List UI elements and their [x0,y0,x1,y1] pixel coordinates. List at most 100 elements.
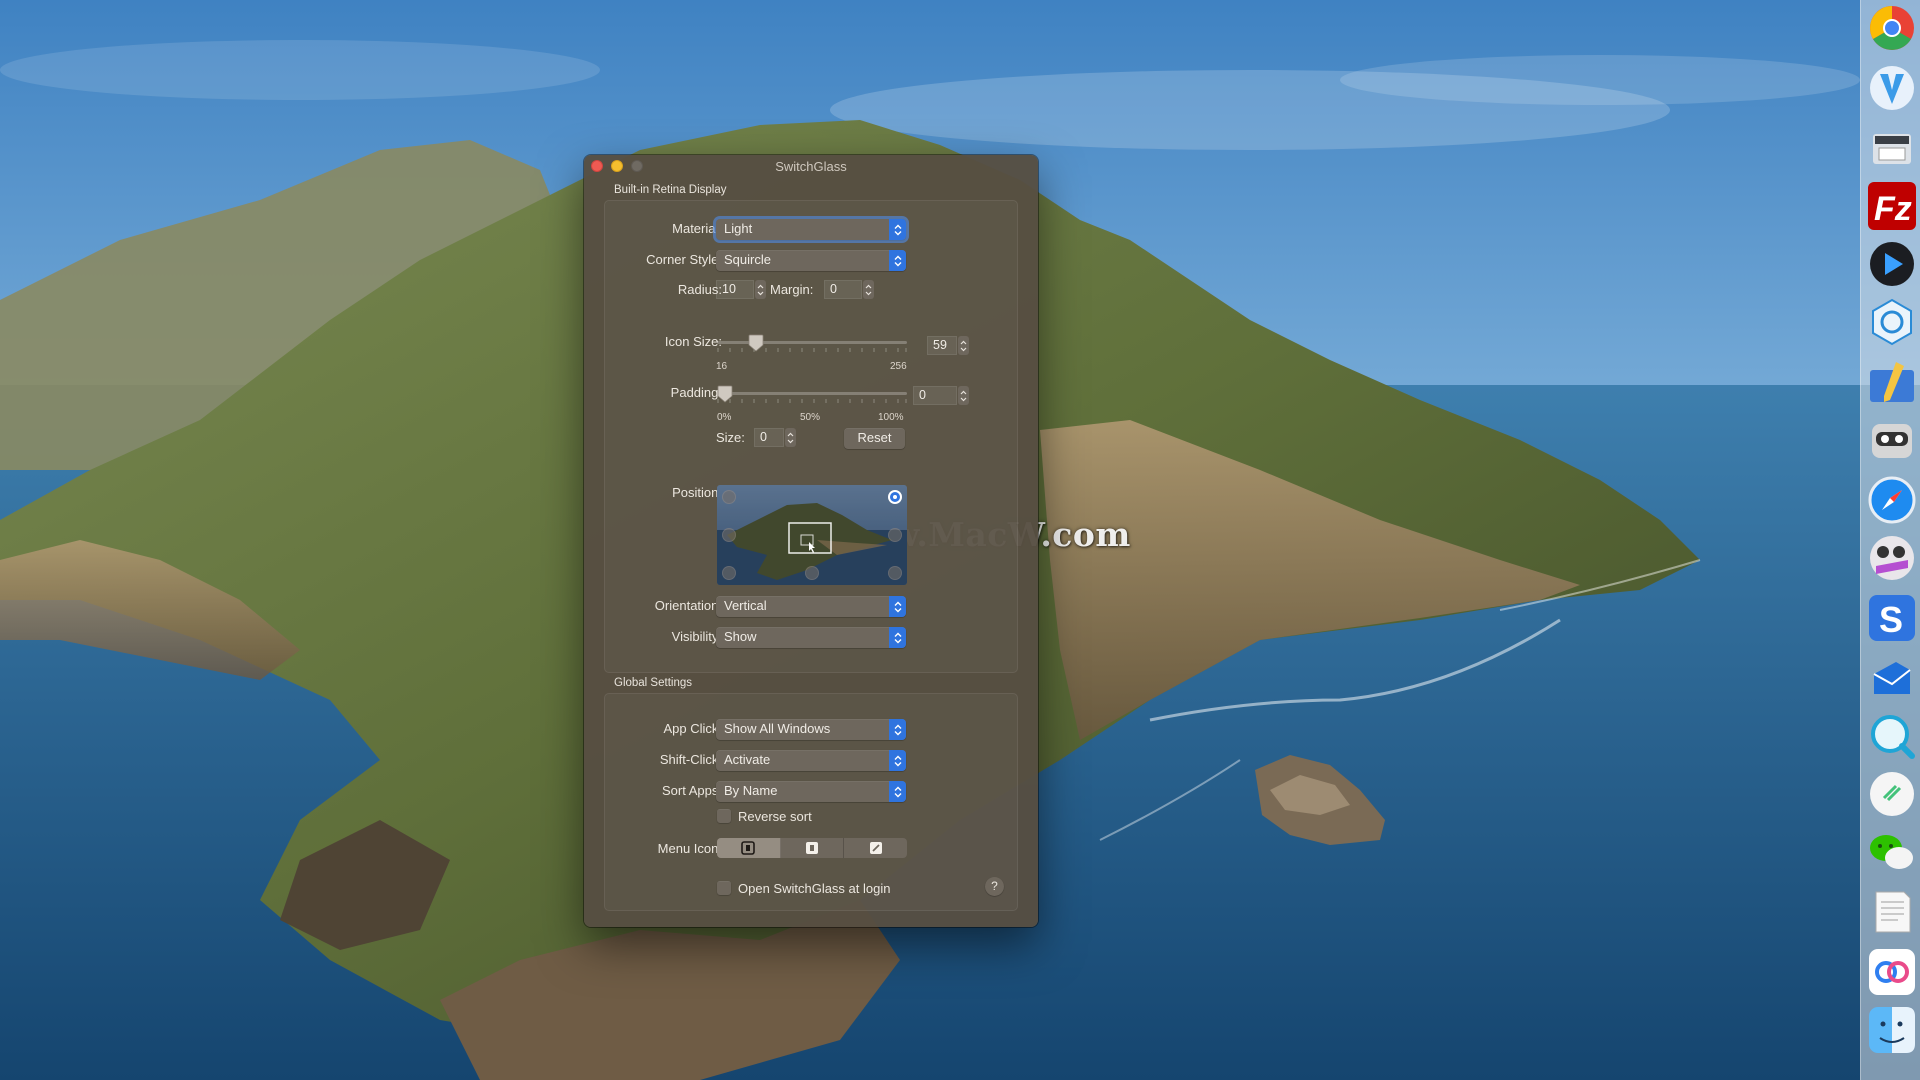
baidu-netdisk-icon[interactable] [1866,946,1918,998]
icon-size-min-label: 16 [716,361,728,372]
position-bottom-center[interactable] [805,566,819,580]
notes-check-icon[interactable] [1866,768,1918,820]
shift-click-label: Shift-Click: [659,752,722,767]
position-picker[interactable] [717,485,907,585]
menu-icon-option-app-switcher-filled[interactable] [781,838,845,858]
simplenote-icon[interactable]: S [1866,592,1918,644]
menu-icon-option-pencil[interactable] [844,838,907,858]
sync-icon[interactable] [1866,296,1918,348]
icon-size-max-label: 256 [890,361,907,372]
sort-apps-label: Sort Apps: [662,783,722,798]
app-switcher-filled-icon [806,842,818,854]
chevron-updown-icon [889,219,906,240]
margin-stepper[interactable] [863,280,874,299]
help-button[interactable]: ? [985,877,1004,896]
padding-mid-label: 50% [800,412,821,423]
chevron-updown-icon [889,781,906,802]
orientation-value: Vertical [724,598,767,613]
robot-app-icon[interactable] [1866,414,1918,466]
textedit-icon[interactable] [1866,886,1918,938]
chevron-updown-icon [889,750,906,771]
safari-icon[interactable] [1866,474,1918,526]
shift-click-popup[interactable]: Activate [716,750,906,771]
infuse-icon[interactable] [1866,238,1918,290]
chevron-updown-icon [889,627,906,648]
pencil-square-icon [869,842,882,854]
padding-field[interactable]: 0 [913,386,957,405]
position-bottom-right[interactable] [888,566,902,580]
padding-slider-knob[interactable] [717,385,733,403]
window-title: SwitchGlass [775,159,847,174]
icon-size-slider-knob[interactable] [748,334,764,352]
app-click-value: Show All Windows [724,721,831,736]
dock: Fz S [1860,0,1920,1080]
menu-icon-segmented-control[interactable] [717,838,907,858]
wechat-icon[interactable] [1866,826,1918,878]
pencil-app-icon[interactable] [1866,356,1918,408]
quicklook-icon[interactable] [1866,710,1918,762]
position-middle-right[interactable] [888,528,902,542]
material-popup[interactable]: Light [716,219,906,240]
orientation-popup[interactable]: Vertical [716,596,906,617]
open-at-login-label: Open SwitchGlass at login [738,881,891,896]
material-label: Material: [672,221,722,236]
radius-field[interactable]: 10 [716,280,754,299]
global-section-title: Global Settings [614,677,692,689]
photo-booth-icon[interactable] [1866,532,1918,584]
icon-size-ticks [717,348,907,352]
padding-label: Padding: [670,385,722,400]
position-top-right[interactable] [888,490,902,504]
switchglass-window: SwitchGlass Built-in Retina Display Mate… [584,155,1038,927]
svg-text:S: S [1879,599,1903,640]
sort-apps-popup[interactable]: By Name [716,781,906,802]
margin-field[interactable]: 0 [824,280,862,299]
size-field[interactable]: 0 [754,428,784,447]
reverse-sort-checkbox[interactable] [717,809,731,823]
margin-label: Margin: [770,282,814,297]
chevron-updown-icon [889,596,906,617]
padding-track[interactable] [717,392,907,395]
position-label: Position: [672,485,722,500]
icon-size-stepper[interactable] [958,336,969,355]
display-section-title: Built-in Retina Display [614,184,727,196]
icon-size-field[interactable]: 59 [927,336,957,355]
reset-button[interactable]: Reset [844,428,905,449]
position-bottom-left[interactable] [722,566,736,580]
padding-stepper[interactable] [958,386,969,405]
icon-size-label: Icon Size: [664,334,722,349]
chrome-icon[interactable] [1866,2,1918,54]
icon-size-track[interactable] [717,341,907,344]
vpn-icon[interactable] [1866,652,1918,704]
size-label: Size: [716,430,745,445]
corner-style-popup[interactable]: Squircle [716,250,906,271]
radius-stepper[interactable] [755,280,766,299]
visibility-popup[interactable]: Show [716,627,906,648]
position-top-left[interactable] [722,490,736,504]
filezilla-icon[interactable]: Fz [1866,180,1918,232]
title-bar[interactable]: SwitchGlass [584,155,1038,177]
scanner-icon[interactable] [1866,122,1918,174]
chevron-updown-icon [889,719,906,740]
visibility-label: Visibility: [671,629,722,644]
sort-apps-value: By Name [724,783,778,798]
menu-icon-label: Menu Icon: [657,841,722,856]
orientation-label: Orientation: [654,598,722,613]
open-at-login-checkbox[interactable] [717,881,731,895]
position-middle-left[interactable] [722,528,736,542]
vectornator-icon[interactable] [1866,62,1918,114]
app-click-popup[interactable]: Show All Windows [716,719,906,740]
size-stepper[interactable] [785,428,796,447]
padding-ticks [717,399,907,403]
chevron-updown-icon [889,250,906,271]
padding-min-label: 0% [717,412,732,423]
visibility-value: Show [724,629,757,644]
menu-icon-option-app-switcher[interactable] [717,838,781,858]
reverse-sort-label: Reverse sort [738,809,812,824]
padding-max-label: 100% [878,412,904,423]
shift-click-value: Activate [724,752,771,767]
svg-text:Fz: Fz [1874,190,1912,228]
material-value: Light [724,221,753,236]
corner-style-label: Corner Style: [646,252,722,267]
app-switcher-icon [741,841,756,855]
finder-icon[interactable] [1866,1004,1918,1056]
